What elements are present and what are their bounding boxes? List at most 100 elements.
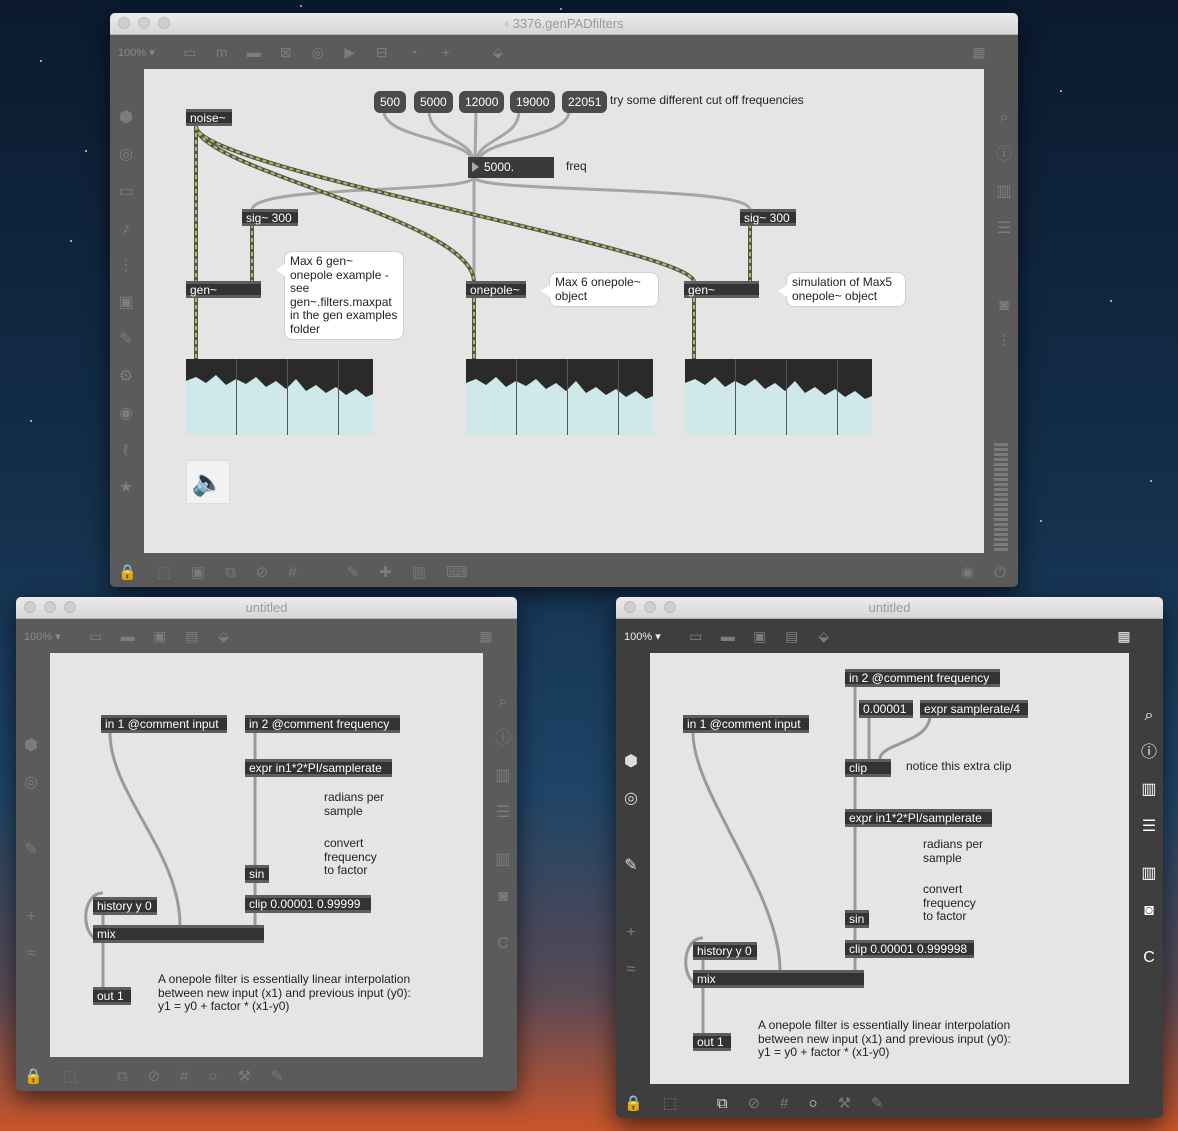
grid-icon[interactable]: ▦	[477, 628, 495, 645]
comment-icon[interactable]: ▬	[719, 628, 737, 644]
paperclip-icon[interactable]: ✎	[24, 831, 37, 868]
lock-icon[interactable]: 🔒	[624, 1094, 643, 1112]
min-constant-object[interactable]: 0.00001	[859, 700, 913, 718]
keyboard-icon[interactable]: ⌨	[446, 563, 468, 581]
in1-object[interactable]: in 1 @comment input	[101, 715, 227, 733]
loop-icon[interactable]: ○	[209, 1068, 218, 1085]
paint-bucket-icon[interactable]: ⬙	[489, 44, 507, 61]
reference-icon[interactable]: ▥	[1141, 771, 1156, 808]
message-12000[interactable]: 12000	[459, 91, 505, 113]
paint-bucket-icon[interactable]: ⬙	[215, 628, 233, 645]
target-icon[interactable]: ◎	[624, 780, 638, 817]
codebox-icon[interactable]: ▤	[183, 628, 201, 645]
sin-object[interactable]: sin	[845, 910, 869, 928]
music-note-icon[interactable]: ♪	[122, 210, 130, 247]
book-icon[interactable]: ▥	[495, 841, 510, 878]
new-object-icon[interactable]: ▭	[687, 628, 705, 645]
title-bar[interactable]: untitled	[616, 597, 1163, 619]
add-icon[interactable]: +	[26, 898, 35, 935]
paint-bucket-icon[interactable]: ⬙	[815, 628, 833, 645]
image-icon[interactable]: ▣	[118, 284, 133, 321]
list-icon[interactable]: ☰	[997, 210, 1011, 247]
slider-icon[interactable]: ⊟	[373, 44, 391, 61]
cube-icon[interactable]: ⬢	[24, 727, 38, 764]
info-icon[interactable]: ⓘ	[1141, 734, 1157, 771]
sig-icon[interactable]: ≈	[627, 951, 636, 988]
out-object[interactable]: out 1	[93, 987, 131, 1005]
mix-object[interactable]: mix	[693, 970, 864, 988]
snapshot-icon[interactable]: ◙	[1144, 892, 1154, 929]
mute-icon[interactable]: ⊘	[148, 1067, 161, 1085]
reference-icon[interactable]: ▥	[495, 757, 510, 794]
search-icon[interactable]: ⌕	[1000, 99, 1009, 136]
zoom-select[interactable]: 100% ▾	[624, 630, 661, 643]
target-icon[interactable]: ◎	[24, 764, 38, 801]
zoom-button[interactable]	[664, 601, 676, 613]
info-icon[interactable]: ⓘ	[495, 720, 511, 757]
mix-object[interactable]: mix	[93, 925, 264, 943]
list-icon[interactable]: ☰	[1142, 808, 1156, 845]
debug-icon[interactable]: ✎	[271, 1067, 284, 1085]
hammer-icon[interactable]: ⚒	[838, 1094, 851, 1112]
message-5000[interactable]: 5000	[414, 91, 453, 113]
noise-object[interactable]: noise~	[186, 109, 232, 126]
expr-object[interactable]: expr in1*2*PI/samplerate	[245, 759, 392, 777]
reference-icon[interactable]: ▥	[996, 173, 1011, 210]
add-icon[interactable]: +	[437, 44, 455, 60]
comment-icon[interactable]: ▬	[245, 44, 263, 60]
message-22051[interactable]: 22051	[562, 91, 608, 113]
paperclip-icon[interactable]: ✎	[624, 847, 637, 884]
minimize-button[interactable]	[44, 601, 56, 613]
sig-right-object[interactable]: sig~ 300	[740, 209, 796, 226]
sequence-icon[interactable]: ⋮	[118, 247, 134, 284]
cube-icon[interactable]: ⬢	[119, 99, 133, 136]
spectrum-display-right[interactable]	[685, 359, 872, 435]
book-icon[interactable]: ▥	[1141, 855, 1156, 892]
message-19000[interactable]: 19000	[510, 91, 556, 113]
hammer-icon[interactable]: ⚒	[238, 1067, 251, 1085]
gen-canvas[interactable]: in 1 @comment input in 2 @comment freque…	[50, 653, 483, 1057]
gen-right-object[interactable]: gen~	[684, 281, 759, 298]
close-button[interactable]	[624, 601, 636, 613]
snapshot-icon[interactable]: ◙	[999, 287, 1009, 324]
zoom-select[interactable]: 100% ▾	[118, 46, 155, 59]
minimize-button[interactable]	[644, 601, 656, 613]
codebox-icon[interactable]: ▤	[783, 628, 801, 645]
presentation-icon[interactable]: ⬚	[63, 1067, 77, 1085]
spectrum-display-left[interactable]	[186, 359, 373, 435]
window-icon[interactable]: ⧉	[717, 1095, 728, 1112]
c-icon[interactable]: C	[1143, 939, 1155, 976]
paperclip-icon[interactable]: ✎	[119, 321, 132, 358]
grid-icon[interactable]: ▦	[970, 44, 988, 61]
expr-object[interactable]: expr in1*2*PI/samplerate	[845, 809, 992, 827]
number-icon[interactable]: ▶	[341, 44, 359, 61]
grid-snap-icon[interactable]: #	[288, 564, 296, 581]
cube-icon[interactable]: ⬢	[624, 743, 638, 780]
toggle-icon[interactable]: ◎	[309, 44, 327, 61]
close-button[interactable]	[24, 601, 36, 613]
out-object[interactable]: out 1	[693, 1033, 731, 1051]
c-icon[interactable]: C	[497, 925, 509, 962]
wrench-icon[interactable]: ✚	[379, 563, 392, 581]
star-icon[interactable]: ★	[119, 469, 133, 506]
new-object-icon[interactable]: ▭	[87, 628, 105, 645]
power-icon[interactable]: ⏻	[994, 564, 1006, 581]
speaker-dac-button[interactable]: 🔈	[186, 460, 230, 504]
new-object-icon[interactable]: ▭	[181, 44, 199, 61]
grid-snap-icon[interactable]: #	[180, 1068, 188, 1085]
search-icon[interactable]: ⌕	[499, 683, 508, 720]
lock-icon[interactable]: 🔒	[24, 1067, 43, 1085]
patcher-canvas[interactable]: 500 5000 12000 19000 22051 try some diff…	[144, 69, 984, 553]
button-icon[interactable]: ⊠	[277, 44, 295, 61]
expr-samplerate-object[interactable]: expr samplerate/4	[920, 700, 1028, 718]
plug-icon[interactable]: ⚙	[119, 358, 133, 395]
title-bar[interactable]: ▫ 3376.genPADfilters	[110, 13, 1018, 35]
history-object[interactable]: history y 0	[93, 897, 157, 915]
audio-on-icon[interactable]: ◉	[961, 563, 974, 581]
minimize-button[interactable]	[138, 17, 150, 29]
sig-icon[interactable]: ≈	[27, 935, 36, 972]
snapshot-icon[interactable]: ◙	[498, 878, 508, 915]
zoom-select[interactable]: 100% ▾	[24, 630, 61, 643]
title-bar[interactable]: untitled	[16, 597, 517, 619]
window-icon[interactable]: ⧉	[117, 1068, 128, 1085]
